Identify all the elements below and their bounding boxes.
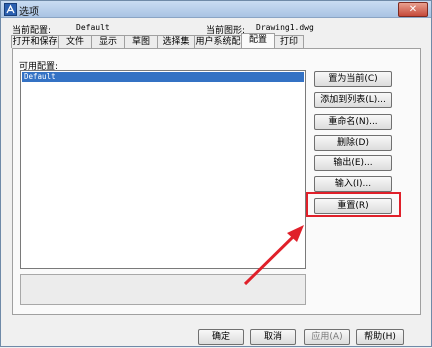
autocad-app-icon bbox=[4, 3, 17, 16]
tab-profiles[interactable]: 配置 bbox=[241, 33, 275, 48]
tab-files[interactable]: 文件 bbox=[58, 35, 92, 48]
tab-open-save[interactable]: 打开和保存 bbox=[11, 35, 59, 48]
title-bar[interactable]: 选项 ✕ bbox=[1, 1, 431, 18]
help-button[interactable]: 帮助(H) bbox=[356, 329, 404, 345]
tab-display[interactable]: 显示 bbox=[91, 35, 125, 48]
close-button[interactable]: ✕ bbox=[398, 2, 428, 17]
tab-drafting[interactable]: 草图 bbox=[124, 35, 158, 48]
tab-user-preferences[interactable]: 用户系统配置 bbox=[194, 35, 242, 59]
add-to-list-button[interactable]: 添加到列表(L)... bbox=[314, 92, 392, 108]
current-profile-value: Default bbox=[76, 23, 110, 32]
ok-button[interactable]: 确定 bbox=[198, 329, 244, 345]
close-icon: ✕ bbox=[408, 4, 418, 15]
rename-button[interactable]: 重命名(N)... bbox=[314, 114, 392, 130]
current-drawing-value: Drawing1.dwg bbox=[256, 23, 314, 32]
profile-description-box bbox=[20, 274, 306, 305]
import-button[interactable]: 输入(I)... bbox=[314, 176, 392, 192]
annotation-highlight-box bbox=[306, 192, 401, 217]
tab-selection[interactable]: 选择集 bbox=[157, 35, 195, 48]
options-dialog: 选项 ✕ 当前配置: Default 当前图形: Drawing1.dwg 打开… bbox=[0, 0, 432, 347]
cancel-button[interactable]: 取消 bbox=[250, 329, 296, 345]
profile-list-item[interactable]: Default bbox=[22, 72, 304, 82]
profiles-listbox[interactable]: Default bbox=[20, 70, 306, 269]
export-button[interactable]: 输出(E)... bbox=[314, 155, 392, 171]
window-title: 选项 bbox=[19, 7, 39, 18]
delete-button[interactable]: 删除(D) bbox=[314, 135, 392, 151]
tab-plot[interactable]: 打印 bbox=[274, 35, 304, 48]
apply-button[interactable]: 应用(A) bbox=[304, 329, 350, 345]
set-current-button[interactable]: 置为当前(C) bbox=[314, 71, 392, 87]
